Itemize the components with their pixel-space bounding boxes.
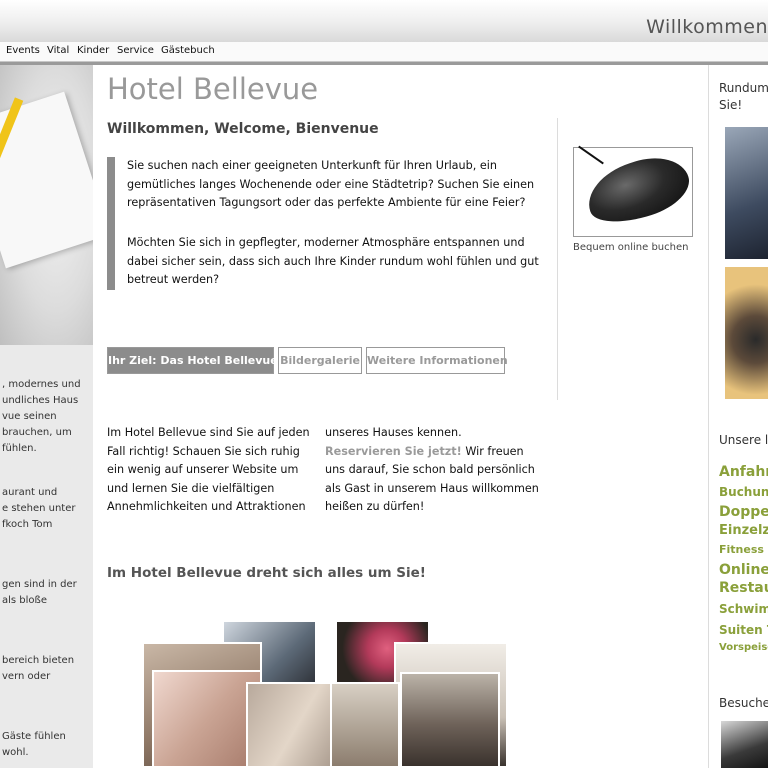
intro-paragraph: Möchten Sie sich in gepflegter, moderner…	[127, 236, 539, 286]
right-link[interactable]: Doppel	[719, 504, 768, 520]
main-navigation: Events Vital Kinder Service Gästebuch	[0, 42, 768, 62]
right-heading: Rundum	[719, 81, 768, 95]
right-link[interactable]: Fitness d	[719, 543, 768, 556]
nav-item-kinder[interactable]: Kinder	[77, 45, 109, 56]
sidebar-text-line: fkoch Tom	[2, 519, 53, 530]
sidebar-text-line: e stehen unter	[2, 503, 76, 514]
right-heading: Sie!	[719, 98, 743, 112]
intro-box: Sie suchen nach einer geeigneten Unterku…	[107, 157, 555, 290]
collage-photo-interior	[330, 682, 400, 768]
nav-item-service[interactable]: Service	[117, 45, 154, 56]
sidebar-photo	[0, 65, 93, 345]
page-title: Hotel Bellevue	[107, 72, 319, 106]
mouse-cable	[578, 145, 604, 165]
sidebar-text-line: , modernes und	[2, 379, 81, 390]
intro-paragraph: Sie suchen nach einer geeigneten Unterku…	[127, 159, 535, 209]
column-divider	[557, 118, 558, 400]
right-sidebar: Rundum Sie! Unsere l Anfahrt Buchung Dop…	[708, 65, 768, 768]
right-link[interactable]: Restau	[719, 580, 768, 596]
tab-bildergalerie[interactable]: Bildergalerie	[278, 347, 362, 374]
right-visitors-heading: Besuche	[719, 696, 768, 710]
collage-photo-conference	[400, 672, 500, 768]
sidebar-text-line: als bloße	[2, 595, 47, 606]
right-link[interactable]: Einzelzi	[719, 523, 768, 538]
header-title: Willkommen	[646, 16, 768, 38]
welcome-subtitle: Willkommen, Welcome, Bienvenue	[107, 121, 379, 137]
section-heading: Im Hotel Bellevue dreht sich alles um Si…	[107, 565, 426, 581]
nav-item-events[interactable]: Events	[6, 45, 40, 56]
sidebar-text-line: Gäste fühlen	[2, 731, 66, 742]
right-photo-waiter	[725, 127, 768, 259]
sidebar-text-line: bereich bieten	[2, 655, 75, 666]
tab-weitere-informationen[interactable]: Weitere Informationen	[366, 347, 508, 374]
booking-caption[interactable]: Bequem online buchen	[573, 242, 688, 253]
right-link[interactable]: Suiten T	[719, 623, 768, 637]
body-text-column-2: unseres Hauses kennen. Reservieren Sie j…	[325, 424, 540, 517]
left-sidebar: , modernes und undliches Haus vue seinen…	[0, 65, 93, 768]
body-text: unseres Hauses kennen.	[325, 426, 462, 439]
right-link[interactable]: Schwimm	[719, 602, 768, 616]
body-text-column-1: Im Hotel Bellevue sind Sie auf jeden Fal…	[107, 426, 310, 513]
sidebar-text-line: vern oder	[2, 671, 51, 682]
right-link[interactable]: Online-	[719, 562, 768, 578]
nav-item-gaestebuch[interactable]: Gästebuch	[161, 45, 215, 56]
sidebar-text-line: undliches Haus	[2, 395, 79, 406]
right-link[interactable]: Anfahrt	[719, 464, 768, 480]
nav-item-vital[interactable]: Vital	[47, 45, 69, 56]
sidebar-text-line: brauchen, um	[2, 427, 72, 438]
page-header: Willkommen	[0, 0, 768, 42]
sidebar-text-line: fühlen.	[2, 443, 37, 454]
photo-collage	[142, 620, 508, 768]
right-section-heading: Unsere l	[719, 433, 768, 447]
header-divider	[0, 62, 768, 65]
sidebar-text-line: aurant und	[2, 487, 58, 498]
right-link[interactable]: Vorspeise	[719, 642, 768, 653]
right-link[interactable]: Buchung	[719, 485, 768, 499]
reserve-link[interactable]: Reservieren Sie jetzt!	[325, 445, 462, 458]
sidebar-text-line: wohl.	[2, 747, 29, 758]
sidebar-text-line: vue seinen	[2, 411, 57, 422]
booking-image[interactable]	[573, 145, 697, 237]
tab-hotel-bellevue[interactable]: Ihr Ziel: Das Hotel Bellevue	[107, 347, 278, 374]
right-photo-visitor	[721, 721, 768, 768]
right-photo-camera	[725, 267, 768, 399]
sidebar-text-line: gen sind in der	[2, 579, 77, 590]
